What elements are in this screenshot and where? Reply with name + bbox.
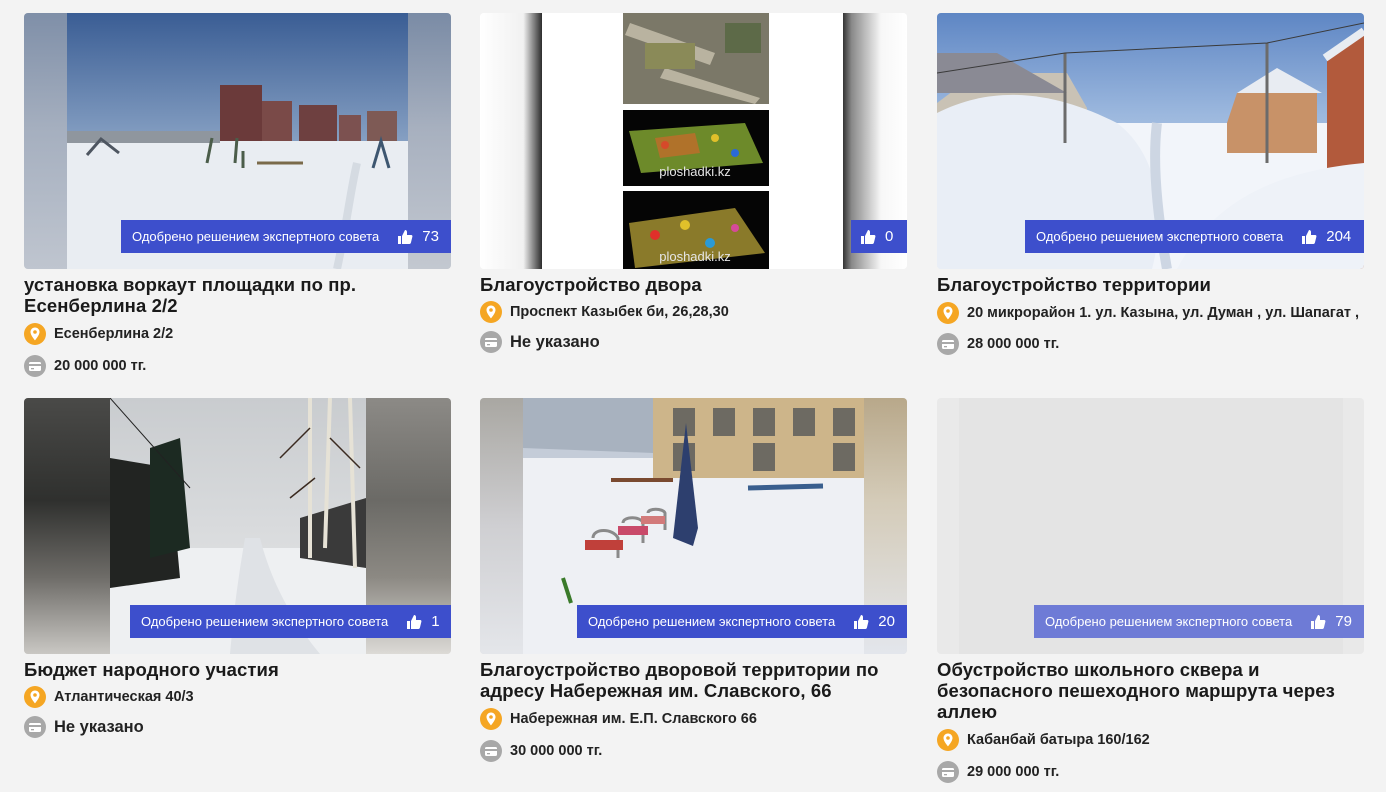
like-button[interactable]: 79 bbox=[1310, 613, 1363, 630]
project-image[interactable]: ploshadki.kz ploshadki.kz 0 bbox=[480, 13, 907, 269]
approved-label: Одобрено решением экспертного совета bbox=[588, 614, 836, 629]
credit-card-icon bbox=[24, 355, 46, 377]
project-image[interactable]: Одобрено решением экспертного совета 73 bbox=[24, 13, 451, 269]
project-address: Есенберлина 2/2 bbox=[54, 326, 174, 342]
location-pin-icon bbox=[480, 708, 502, 730]
credit-card-icon bbox=[480, 740, 502, 762]
project-image[interactable]: Одобрено решением экспертного совета 204 bbox=[937, 13, 1364, 269]
project-title[interactable]: Благоустройство двора bbox=[480, 274, 908, 295]
location-pin-icon bbox=[937, 302, 959, 324]
like-button[interactable]: 20 bbox=[853, 613, 906, 630]
approved-label: Одобрено решением экспертного совета bbox=[1036, 229, 1284, 244]
project-address: Проспект Казыбек би, 26,28,30 bbox=[510, 304, 729, 320]
likes-count: 73 bbox=[422, 228, 439, 245]
thumbs-up-icon bbox=[398, 229, 413, 244]
project-address: Атлантическая 40/3 bbox=[54, 689, 194, 705]
project-budget: 28 000 000 тг. bbox=[967, 336, 1060, 352]
project-budget: Не указано bbox=[54, 717, 144, 736]
location-pin-icon bbox=[937, 729, 959, 751]
project-title[interactable]: Обустройство школьного сквера и безопасн… bbox=[937, 659, 1347, 722]
project-address: Кабанбай батыра 160/162 bbox=[967, 732, 1150, 748]
like-button[interactable]: 0 bbox=[851, 228, 904, 245]
credit-card-icon bbox=[480, 331, 502, 353]
like-button[interactable]: 1 bbox=[406, 613, 450, 630]
project-card[interactable]: Одобрено решением экспертного совета 79 … bbox=[937, 398, 1365, 783]
thumbs-up-icon bbox=[1302, 229, 1317, 244]
project-title[interactable]: Благоустройство территории bbox=[937, 274, 1365, 295]
like-button[interactable]: 204 bbox=[1301, 228, 1362, 245]
approved-label: Одобрено решением экспертного совета bbox=[141, 614, 389, 629]
likes-count: 79 bbox=[1335, 613, 1352, 630]
likes-count: 0 bbox=[885, 228, 894, 245]
project-title[interactable]: Бюджет народного участия bbox=[24, 659, 452, 680]
thumbs-up-icon bbox=[407, 614, 422, 629]
credit-card-icon bbox=[937, 761, 959, 783]
project-image[interactable]: Одобрено решением экспертного совета 79 bbox=[937, 398, 1364, 654]
credit-card-icon bbox=[937, 333, 959, 355]
project-title[interactable]: Благоустройство дворовой территории по а… bbox=[480, 659, 880, 701]
likes-count: 20 bbox=[878, 613, 895, 630]
project-card[interactable]: ploshadki.kz ploshadki.kz 0 Благоустройс… bbox=[480, 13, 908, 353]
project-title[interactable]: установка воркаут площадки по пр. Есенбе… bbox=[24, 274, 404, 316]
project-address: Набережная им. Е.П. Славского 66 bbox=[510, 711, 757, 727]
project-budget: 29 000 000 тг. bbox=[967, 764, 1060, 780]
project-address: 20 микрорайон 1. ул. Казына, ул. Думан ,… bbox=[967, 305, 1360, 321]
project-image[interactable]: Одобрено решением экспертного совета 1 bbox=[24, 398, 451, 654]
project-budget: 30 000 000 тг. bbox=[510, 743, 603, 759]
project-card[interactable]: Одобрено решением экспертного совета 20 … bbox=[480, 398, 908, 762]
approved-label: Одобрено решением экспертного совета bbox=[1045, 614, 1293, 629]
location-pin-icon bbox=[24, 323, 46, 345]
project-budget: Не указано bbox=[510, 332, 600, 351]
image-caption: ploshadki.kz bbox=[659, 164, 731, 179]
image-caption: ploshadki.kz bbox=[659, 249, 731, 264]
likes-count: 1 bbox=[431, 613, 440, 630]
project-budget: 20 000 000 тг. bbox=[54, 358, 147, 374]
like-button[interactable]: 73 bbox=[397, 228, 450, 245]
location-pin-icon bbox=[480, 301, 502, 323]
thumbs-up-icon bbox=[861, 229, 876, 244]
project-card[interactable]: Одобрено решением экспертного совета 204… bbox=[937, 13, 1365, 355]
project-image[interactable]: Одобрено решением экспертного совета 20 bbox=[480, 398, 907, 654]
likes-count: 204 bbox=[1326, 228, 1352, 245]
project-card[interactable]: Одобрено решением экспертного совета 1 Б… bbox=[24, 398, 452, 738]
thumbs-up-icon bbox=[1311, 614, 1326, 629]
credit-card-icon bbox=[24, 716, 46, 738]
location-pin-icon bbox=[24, 686, 46, 708]
playground-plan-photo: ploshadki.kz ploshadki.kz bbox=[623, 13, 769, 269]
thumbs-up-icon bbox=[854, 614, 869, 629]
approved-label: Одобрено решением экспертного совета bbox=[132, 229, 380, 244]
project-card[interactable]: Одобрено решением экспертного совета 73 … bbox=[24, 13, 452, 377]
